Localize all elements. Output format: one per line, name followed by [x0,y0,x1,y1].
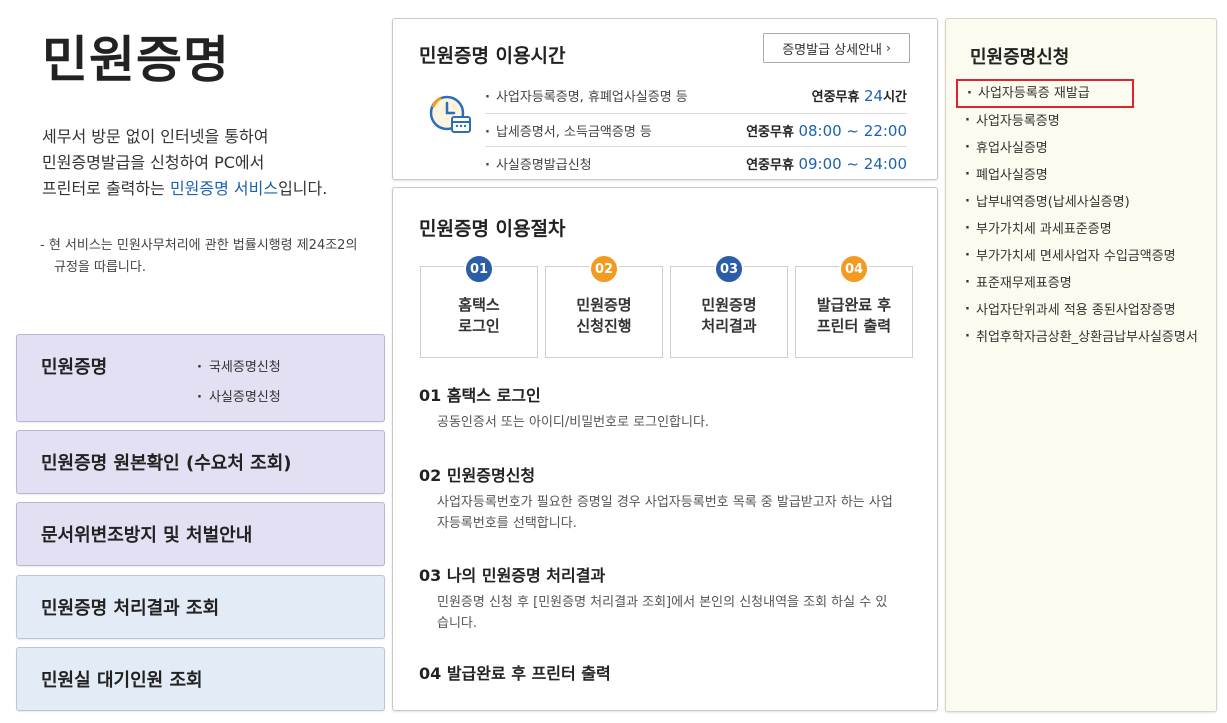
menu-label: 민원증명 처리결과 조회 [41,598,220,619]
step-card: 04 발급완료 후 프린터 출력 [795,254,913,358]
hours-value: 08:00 ~ 22:00 [798,121,907,140]
procedure-panel: 민원증명 이용절차 01 홈택스 로그인 02 민원증명 신청진행 03 민원증… [392,187,938,711]
hours-prefix: 연중무휴 [811,90,864,105]
step-number-badge: 02 [589,254,619,284]
section-desc: 사업자등록번호가 필요한 증명일 경우 사업자등록번호 목록 중 발급받고자 하… [437,495,893,531]
intro-text-part: 입니다. [278,179,328,198]
service-hours: 연중무휴 24시간 [812,86,907,105]
apply-title: 민원증명신청 [970,47,1070,68]
menu-civil-certificate[interactable]: 민원증명 국세증명신청 사실증명신청 [16,334,385,422]
hours-suffix: 시간 [883,90,907,105]
step-number-badge: 04 [839,254,869,284]
step-card: 01 홈택스 로그인 [420,254,538,358]
step-label: 민원증명 처리결과 [701,296,757,335]
intro-line: 세무서 방문 없이 인터넷을 통하여 [42,127,269,146]
section-title: 01 홈택스 로그인 [419,386,541,405]
section-title: 02 민원증명신청 [419,466,536,485]
service-hours: 연중무휴 08:00 ~ 22:00 [746,121,907,140]
procedure-section: 01 홈택스 로그인 공동인증서 또는 아이디/비밀번호로 로그인합니다. [419,382,919,433]
hours-row: 납세증명서, 소득금액증명 등 연중무휴 08:00 ~ 22:00 [485,113,907,146]
apply-item[interactable]: 부가가치세 과세표준증명 [962,216,1210,243]
intro-text: 세무서 방문 없이 인터넷을 통하여 민원증명발급을 신청하여 PC에서 프린터… [42,124,372,202]
step-number-badge: 03 [714,254,744,284]
menu-label: 민원증명 원본확인 (수요처 조회) [41,453,292,474]
service-name: 납세증명서, 소득금액증명 등 [485,121,652,140]
hours-value: 24 [863,87,884,105]
apply-item[interactable]: 취업후학자금상환_상환금납부사실증명서 [962,324,1210,351]
apply-panel: 민원증명신청 사업자등록증 재발급 사업자등록증명 휴업사실증명 폐업사실증명 … [945,18,1217,712]
apply-item[interactable]: 부가가치세 면세사업자 수입금액증명 [962,243,1210,270]
submenu-national-tax-cert[interactable]: 국세증명신청 [197,353,281,383]
apply-item-business-reg-reissue[interactable]: 사업자등록증 재발급 [956,79,1134,108]
section-desc: 민원증명 신청 후 [민원증명 처리결과 조회]에서 본인의 신청내역을 조회 … [437,595,888,631]
apply-list: 사업자등록증 재발급 사업자등록증명 휴업사실증명 폐업사실증명 납부내역증명(… [956,79,1210,351]
apply-item[interactable]: 표준재무제표증명 [962,270,1210,297]
menu-forgery-prevention[interactable]: 문서위변조방지 및 처벌안내 [16,502,385,566]
clock-calendar-icon [429,95,471,133]
step-label: 홈택스 로그인 [458,296,500,335]
apply-item[interactable]: 납부내역증명(납세사실증명) [962,189,1210,216]
service-name: 사실증명발급신청 [485,154,592,173]
menu-result-inquiry[interactable]: 민원증명 처리결과 조회 [16,575,385,639]
hours-row: 사실증명발급신청 연중무휴 09:00 ~ 24:00 [485,146,907,179]
step-number-badge: 01 [464,254,494,284]
service-name: 사업자등록증명, 휴폐업사실증명 등 [485,86,688,105]
intro-line: 프린터로 출력하는 민원증명 서비스입니다. [42,176,372,202]
section-title: 03 나의 민원증명 처리결과 [419,566,606,585]
hours-prefix: 연중무휴 [746,157,799,173]
hours-row: 사업자등록증명, 휴폐업사실증명 등 연중무휴 24시간 [485,79,907,112]
hours-prefix: 연중무휴 [746,124,799,140]
chevron-right-icon: › [886,41,891,55]
procedure-section: 02 민원증명신청 사업자등록번호가 필요한 증명일 경우 사업자등록번호 목록… [419,462,919,534]
menu-waiting-inquiry[interactable]: 민원실 대기인원 조회 [16,647,385,711]
procedure-title: 민원증명 이용절차 [419,218,566,240]
apply-item[interactable]: 사업자단위과세 적용 종된사업장증명 [962,297,1210,324]
apply-item[interactable]: 폐업사실증명 [962,162,1210,189]
service-highlight: 민원증명 서비스 [169,179,279,198]
submenu-fact-cert[interactable]: 사실증명신청 [197,383,281,413]
hours-value: 09:00 ~ 24:00 [798,154,907,173]
intro-line: 민원증명발급을 신청하여 PC에서 [42,153,265,172]
apply-item[interactable]: 사업자등록증명 [962,108,1210,135]
step-label: 민원증명 신청진행 [576,296,632,335]
apply-item[interactable]: 휴업사실증명 [962,135,1210,162]
menu-label: 민원증명 [41,357,108,378]
detail-guide-label: 증명발급 상세안내 [782,42,882,58]
menu-original-check[interactable]: 민원증명 원본확인 (수요처 조회) [16,430,385,494]
section-desc: 공동인증서 또는 아이디/비밀번호로 로그인합니다. [437,415,710,430]
step-label: 발급완료 후 프린터 출력 [816,296,892,335]
detail-guide-button[interactable]: 증명발급 상세안내 › [763,33,910,63]
step-card: 02 민원증명 신청진행 [545,254,663,358]
service-hours: 연중무휴 09:00 ~ 24:00 [746,154,907,173]
page-title: 민원증명 [42,31,230,89]
intro-text-part: 프린터로 출력하는 [42,179,170,198]
section-title: 04 발급완료 후 프린터 출력 [419,664,611,683]
hours-title: 민원증명 이용시간 [419,45,566,67]
submenu-list: 국세증명신청 사실증명신청 [197,353,281,413]
hours-panel: 민원증명 이용시간 증명발급 상세안내 › 사업자등록증명, 휴폐업사실증명 등… [392,18,938,180]
menu-label: 문서위변조방지 및 처벌안내 [41,525,253,546]
procedure-section: 04 발급완료 후 프린터 출력 [419,660,919,690]
step-card: 03 민원증명 처리결과 [670,254,788,358]
menu-label: 민원실 대기인원 조회 [41,670,203,691]
procedure-section: 03 나의 민원증명 처리결과 민원증명 신청 후 [민원증명 처리결과 조회]… [419,562,919,634]
legal-note: - 현 서비스는 민원사무처리에 관한 법률시행령 제24조2의 규정을 따릅니… [40,238,358,275]
